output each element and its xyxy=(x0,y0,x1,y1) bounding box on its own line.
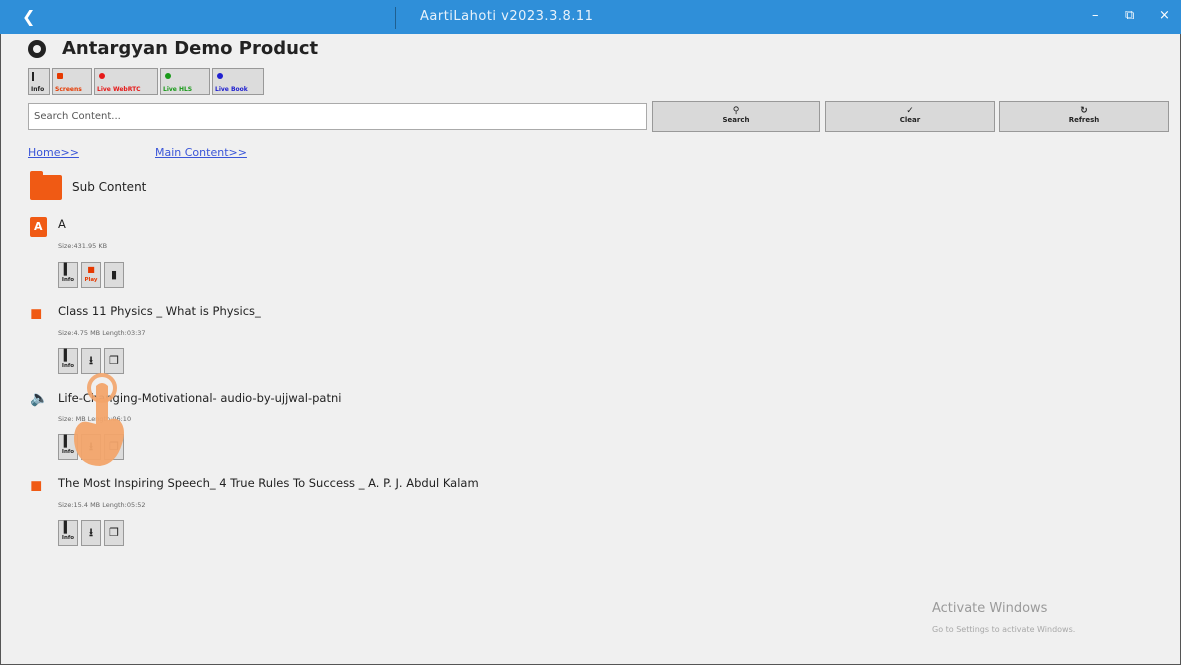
info-button[interactable]: Info xyxy=(28,68,50,95)
info-button[interactable]: ▍ Info xyxy=(58,520,78,546)
live-book-button[interactable]: Live Book xyxy=(212,68,264,95)
item-title[interactable]: A xyxy=(58,217,66,231)
live-webrtc-label: Live WebRTC xyxy=(97,86,141,93)
app-window xyxy=(0,0,1181,665)
live-book-label: Live Book xyxy=(215,86,248,93)
close-button[interactable]: × xyxy=(1159,8,1170,23)
live-hls-label: Live HLS xyxy=(163,86,193,93)
info-button[interactable]: ▍ Info xyxy=(58,348,78,374)
eraser-icon: ✓ xyxy=(906,106,914,116)
info-button[interactable]: ▍ Info xyxy=(58,262,78,288)
breadcrumb-home-link[interactable]: Home>> xyxy=(28,146,79,159)
video-icon: ■ xyxy=(87,265,95,274)
gear-icon xyxy=(28,40,46,58)
refresh-icon: ↻ xyxy=(1080,106,1088,116)
hand-pointer-icon xyxy=(74,373,124,466)
refresh-button-label: Refresh xyxy=(1068,116,1100,124)
copy-icon: ❐ xyxy=(109,526,119,539)
download-icon: ⭳ xyxy=(89,526,93,539)
info-button-label: Info xyxy=(61,363,75,369)
play-button[interactable]: ■ Play xyxy=(81,262,101,288)
window-title: AartiLahoti v2023.3.8.11 xyxy=(420,9,594,24)
top-toolbar: Info Screens Live WebRTC Live HLS Live B… xyxy=(28,68,264,95)
info-button-label: Info xyxy=(31,86,45,93)
copy-button[interactable]: ❐ xyxy=(104,520,124,546)
item-actions: ▍ Info ⭳ ❐ xyxy=(58,348,124,374)
live-hls-button[interactable]: Live HLS xyxy=(160,68,210,95)
info-button-label: Info xyxy=(61,277,75,283)
copy-button[interactable]: ❐ xyxy=(104,348,124,374)
record-icon xyxy=(99,73,105,79)
download-icon: ⭳ xyxy=(89,354,93,367)
item-actions: ▍ Info ■ Play ▮ xyxy=(58,262,124,288)
activate-windows-watermark: Activate Windows xyxy=(932,601,1048,616)
title-divider xyxy=(395,7,396,29)
info-icon: ▍ xyxy=(63,349,73,362)
refresh-button[interactable]: ↻ Refresh xyxy=(999,101,1169,132)
title-bar: ❮ AartiLahoti v2023.3.8.11 – ⧉ × xyxy=(0,0,1181,34)
info-button-label: Info xyxy=(61,535,75,541)
video-icon: ◼ xyxy=(30,304,43,322)
item-meta: Size:15.4 MB Length:05:52 xyxy=(58,501,146,509)
activate-windows-hint: Go to Settings to activate Windows. xyxy=(932,625,1076,634)
folder-label[interactable]: Sub Content xyxy=(72,180,146,194)
search-input[interactable] xyxy=(28,103,647,130)
pdf-icon xyxy=(30,217,47,237)
screens-button-label: Screens xyxy=(55,86,82,93)
clear-button-label: Clear xyxy=(899,116,921,124)
info-icon: ▍ xyxy=(63,521,73,534)
live-webrtc-button[interactable]: Live WebRTC xyxy=(94,68,158,95)
record-icon xyxy=(217,73,223,79)
item-title[interactable]: The Most Inspiring Speech_ 4 True Rules … xyxy=(58,476,479,490)
clear-button[interactable]: ✓ Clear xyxy=(825,101,995,132)
video-icon: ◼ xyxy=(30,476,43,494)
download-button[interactable]: ⭳ xyxy=(81,348,101,374)
video-icon xyxy=(57,73,63,79)
item-actions: ▍ Info ⭳ ❐ xyxy=(58,520,124,546)
download-button[interactable]: ⭳ xyxy=(81,520,101,546)
search-icon: ⚲ xyxy=(732,106,740,116)
record-icon xyxy=(165,73,171,79)
copy-icon: ❐ xyxy=(109,354,119,367)
delete-button[interactable]: ▮ xyxy=(104,262,124,288)
info-icon xyxy=(32,72,34,81)
search-button-label: Search xyxy=(722,116,750,124)
item-meta: Size:431.95 KB xyxy=(58,242,108,250)
screens-button[interactable]: Screens xyxy=(52,68,92,95)
item-meta: Size:4.75 MB Length:03:37 xyxy=(58,329,146,337)
maximize-button[interactable]: ⧉ xyxy=(1125,8,1134,23)
breadcrumb-main-link[interactable]: Main Content>> xyxy=(155,146,247,159)
play-button-label: Play xyxy=(84,277,98,283)
folder-icon[interactable] xyxy=(30,171,62,200)
audio-icon: 🔈 xyxy=(30,389,49,407)
info-icon: ▍ xyxy=(63,263,73,276)
item-title[interactable]: Class 11 Physics _ What is Physics_ xyxy=(58,304,261,318)
minimize-button[interactable]: – xyxy=(1092,8,1099,23)
trash-icon: ▮ xyxy=(110,268,118,281)
page-title: Antargyan Demo Product xyxy=(62,38,319,59)
chevron-left-icon[interactable]: ❮ xyxy=(22,7,35,26)
search-button[interactable]: ⚲ Search xyxy=(652,101,820,132)
